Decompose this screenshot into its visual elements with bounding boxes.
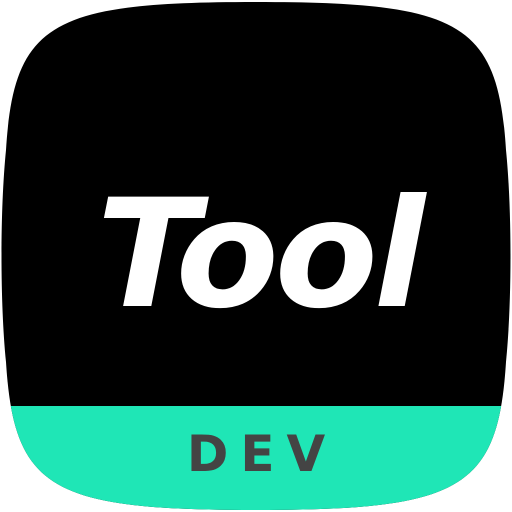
app-icon: Tool DEV bbox=[1, 2, 511, 510]
icon-title-text: Tool bbox=[97, 168, 428, 342]
icon-canvas: Tool DEV bbox=[0, 0, 512, 512]
icon-badge-text: DEV bbox=[187, 425, 337, 483]
